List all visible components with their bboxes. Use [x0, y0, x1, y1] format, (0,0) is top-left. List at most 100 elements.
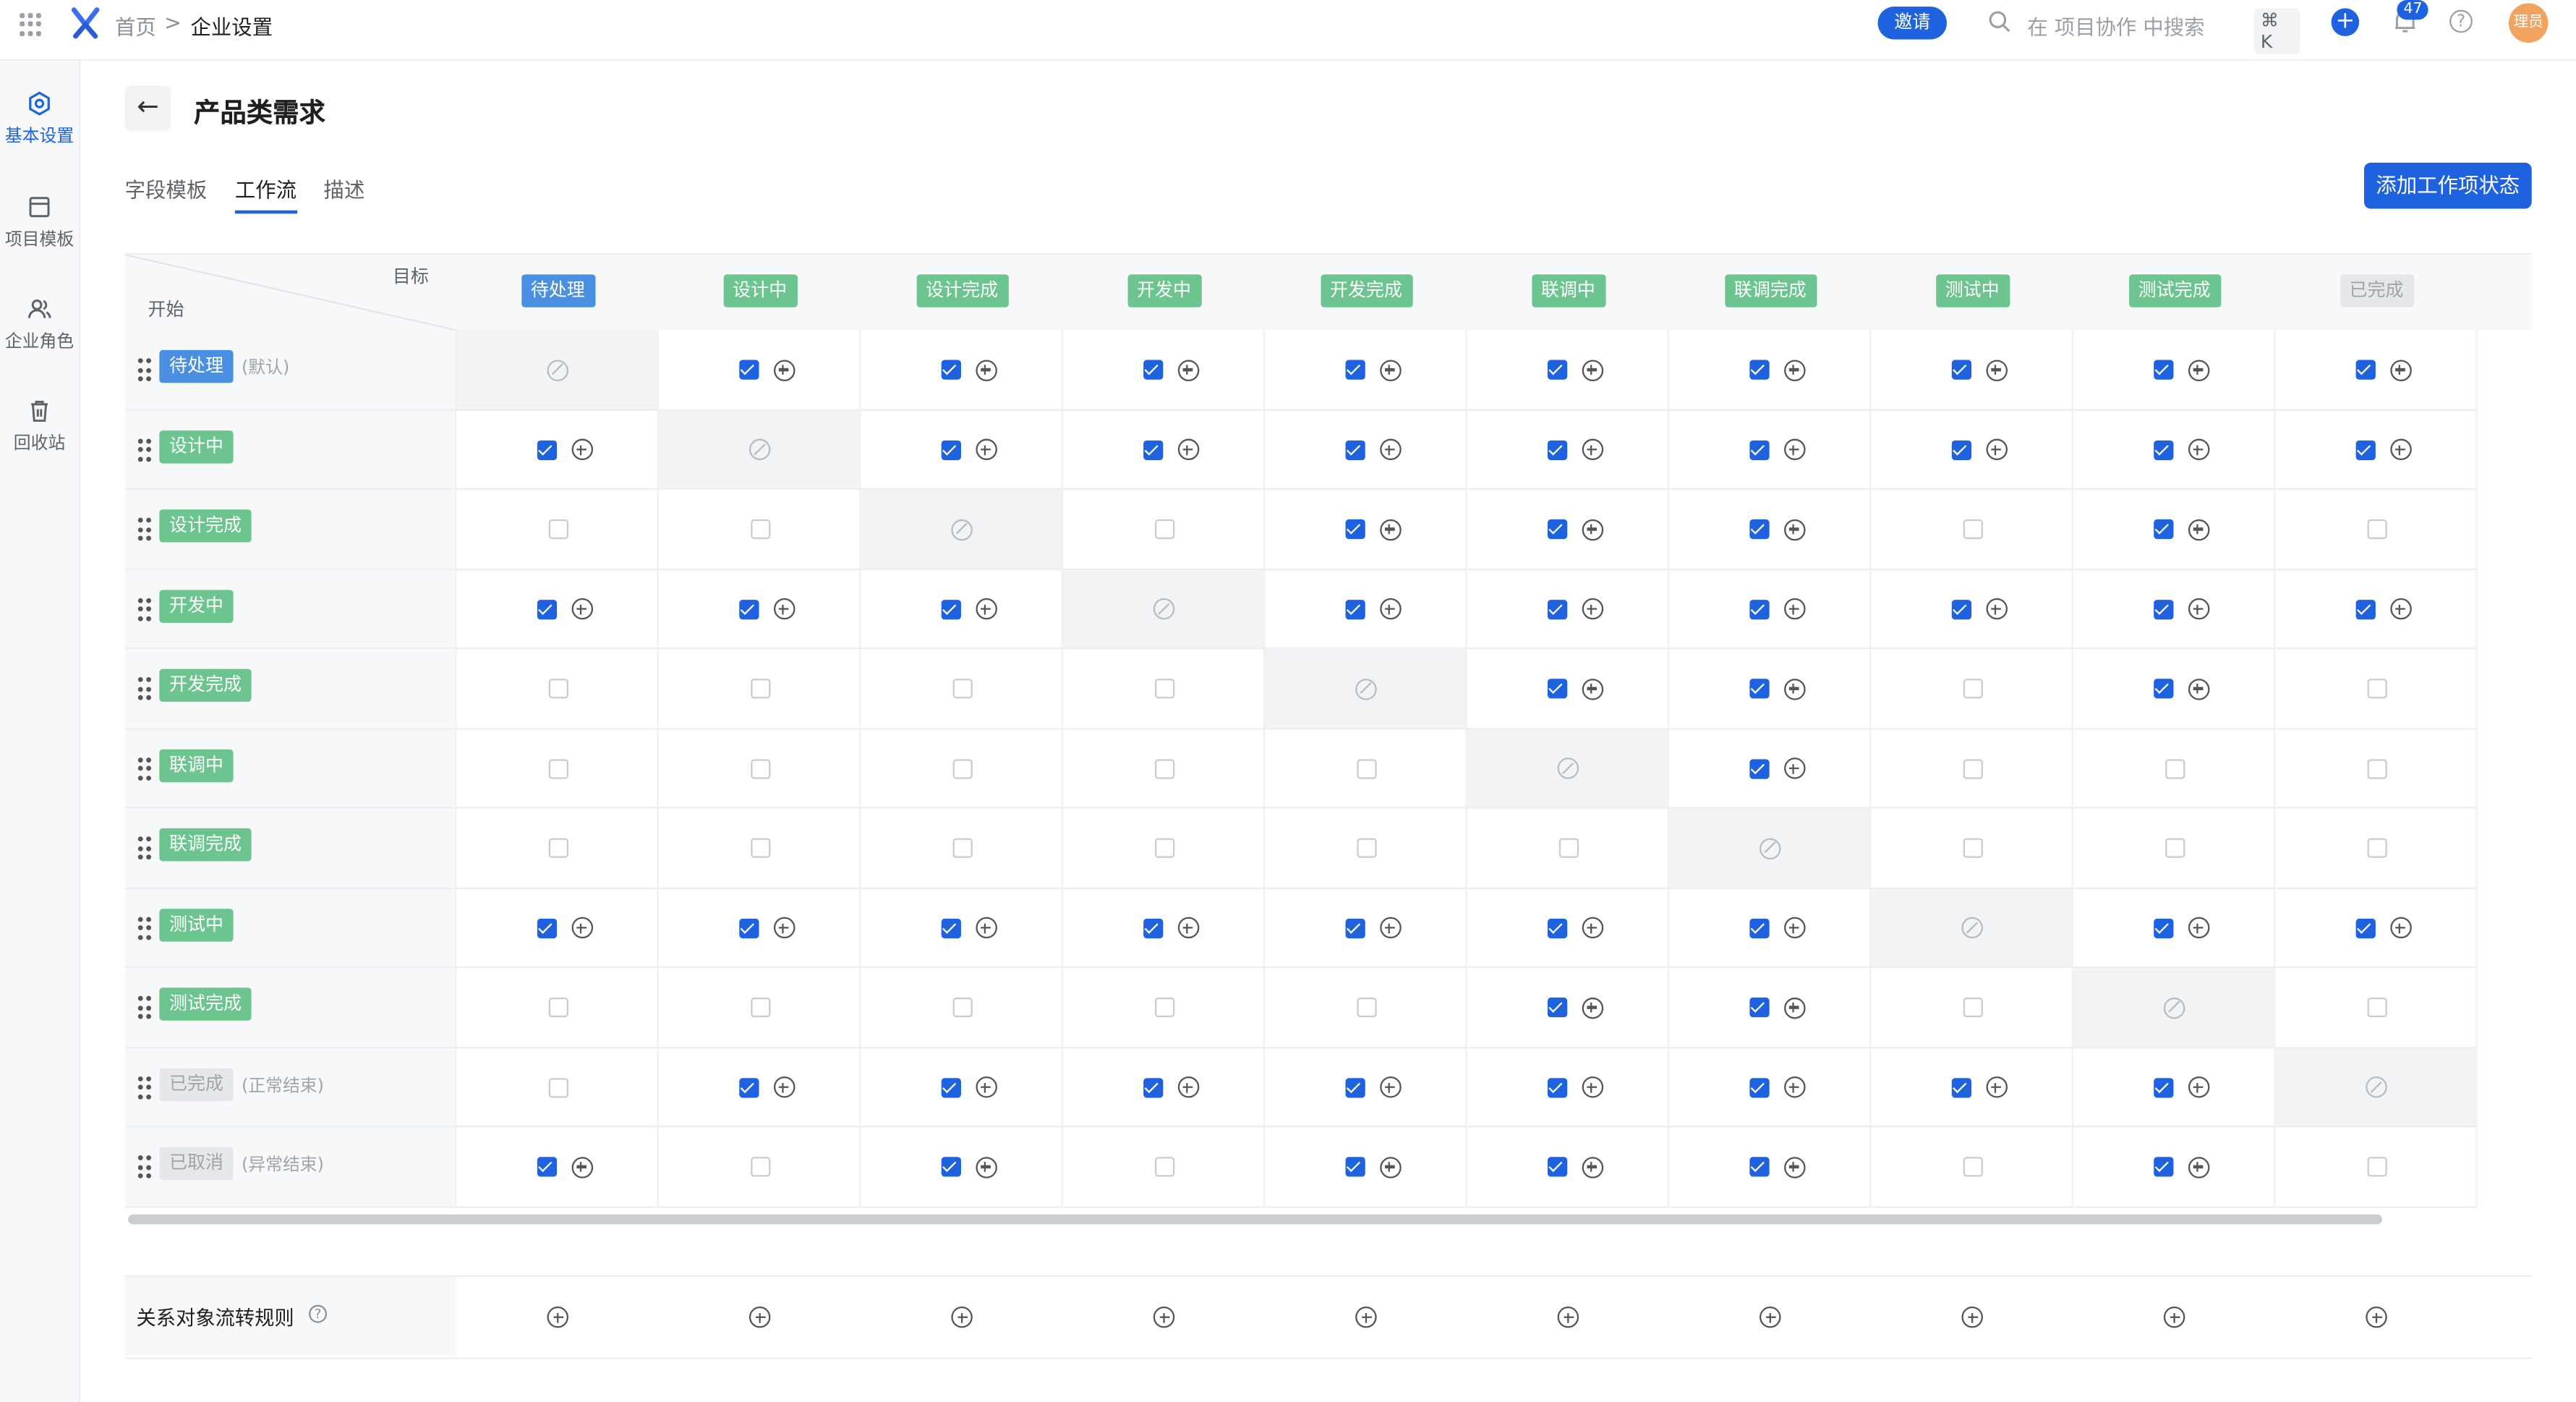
- transition-checkbox[interactable]: [940, 360, 960, 381]
- transition-checkbox[interactable]: [1153, 1157, 1174, 1178]
- transition-checkbox[interactable]: [738, 599, 759, 619]
- transition-checkbox[interactable]: [1749, 998, 1769, 1018]
- transition-checkbox[interactable]: [952, 998, 972, 1018]
- transition-checkbox[interactable]: [2355, 918, 2375, 938]
- add-rule-icon[interactable]: [2187, 519, 2209, 540]
- add-status-button[interactable]: 添加工作项状态: [2363, 162, 2532, 209]
- add-rule-icon[interactable]: [1581, 359, 1603, 381]
- transition-checkbox[interactable]: [1950, 599, 1971, 619]
- transition-checkbox[interactable]: [1344, 519, 1365, 540]
- transition-checkbox[interactable]: [750, 1157, 770, 1178]
- transition-checkbox[interactable]: [547, 679, 568, 700]
- transition-checkbox[interactable]: [1546, 1157, 1567, 1178]
- transition-checkbox[interactable]: [2366, 758, 2387, 779]
- transition-checkbox[interactable]: [1153, 998, 1174, 1018]
- transition-checkbox[interactable]: [1962, 998, 1982, 1018]
- transition-checkbox[interactable]: [2366, 838, 2387, 859]
- transition-checkbox[interactable]: [547, 1077, 568, 1097]
- tab-field-template[interactable]: 字段模板: [125, 173, 208, 204]
- drag-handle-icon[interactable]: [137, 1155, 151, 1178]
- add-relation-rule-icon[interactable]: [1153, 1307, 1175, 1328]
- breadcrumb-home[interactable]: 首页: [115, 10, 156, 41]
- drag-handle-icon[interactable]: [137, 597, 151, 621]
- add-relation-rule-icon[interactable]: [1961, 1307, 1983, 1328]
- add-rule-icon[interactable]: [1783, 359, 1805, 381]
- logo-icon[interactable]: [69, 7, 101, 39]
- horizontal-scrollbar[interactable]: [128, 1214, 2382, 1225]
- sidebar-item-basic-settings[interactable]: 基本设置: [0, 90, 79, 148]
- notification-bell[interactable]: 47: [2390, 0, 2429, 36]
- transition-checkbox[interactable]: [2153, 918, 2173, 938]
- transition-checkbox[interactable]: [1749, 758, 1769, 779]
- transition-checkbox[interactable]: [1749, 1077, 1769, 1097]
- transition-checkbox[interactable]: [1749, 1157, 1769, 1178]
- transition-checkbox[interactable]: [536, 1157, 556, 1178]
- transition-checkbox[interactable]: [940, 440, 960, 460]
- transition-checkbox[interactable]: [2153, 519, 2173, 540]
- add-rule-icon[interactable]: [2187, 359, 2209, 381]
- transition-checkbox[interactable]: [2366, 1157, 2387, 1178]
- transition-checkbox[interactable]: [750, 838, 770, 859]
- transition-checkbox[interactable]: [2164, 838, 2185, 859]
- create-button[interactable]: +: [2331, 8, 2360, 36]
- transition-checkbox[interactable]: [1142, 918, 1163, 938]
- transition-checkbox[interactable]: [1950, 1077, 1971, 1097]
- drag-handle-icon[interactable]: [137, 995, 151, 1019]
- transition-checkbox[interactable]: [1546, 918, 1567, 938]
- transition-checkbox[interactable]: [2164, 758, 2185, 779]
- help-icon[interactable]: ?: [2449, 9, 2473, 33]
- invite-button[interactable]: 邀请: [1877, 7, 1947, 40]
- transition-checkbox[interactable]: [2355, 360, 2375, 381]
- add-rule-icon[interactable]: [2187, 678, 2209, 700]
- add-rule-icon[interactable]: [1783, 1156, 1805, 1178]
- drag-handle-icon[interactable]: [137, 517, 151, 541]
- transition-checkbox[interactable]: [2153, 1077, 2173, 1097]
- add-rule-icon[interactable]: [975, 1156, 997, 1178]
- transition-checkbox[interactable]: [940, 599, 960, 619]
- transition-checkbox[interactable]: [940, 918, 960, 938]
- add-relation-rule-icon[interactable]: [1557, 1307, 1579, 1328]
- transition-checkbox[interactable]: [940, 1157, 960, 1178]
- tab-description[interactable]: 描述: [324, 173, 365, 204]
- transition-checkbox[interactable]: [1153, 758, 1174, 779]
- transition-checkbox[interactable]: [1558, 838, 1578, 859]
- back-button[interactable]: ←: [124, 85, 171, 132]
- add-rule-icon[interactable]: [1581, 678, 1603, 700]
- drag-handle-icon[interactable]: [137, 916, 151, 940]
- transition-checkbox[interactable]: [1344, 440, 1365, 460]
- transition-checkbox[interactable]: [952, 679, 972, 700]
- transition-checkbox[interactable]: [1142, 1077, 1163, 1097]
- add-relation-rule-icon[interactable]: [1759, 1307, 1781, 1328]
- drag-handle-icon[interactable]: [137, 836, 151, 860]
- app-grid-icon[interactable]: [20, 13, 43, 36]
- transition-checkbox[interactable]: [1356, 838, 1376, 859]
- transition-checkbox[interactable]: [1962, 838, 1982, 859]
- transition-checkbox[interactable]: [1153, 679, 1174, 700]
- transition-checkbox[interactable]: [2153, 440, 2173, 460]
- transition-checkbox[interactable]: [547, 519, 568, 540]
- transition-checkbox[interactable]: [1344, 1157, 1365, 1178]
- add-rule-icon[interactable]: [1783, 997, 1805, 1019]
- transition-checkbox[interactable]: [1962, 679, 1982, 700]
- transition-checkbox[interactable]: [547, 998, 568, 1018]
- transition-checkbox[interactable]: [738, 918, 759, 938]
- transition-checkbox[interactable]: [750, 998, 770, 1018]
- transition-checkbox[interactable]: [1749, 440, 1769, 460]
- transition-checkbox[interactable]: [2153, 1157, 2173, 1178]
- transition-checkbox[interactable]: [1356, 758, 1376, 779]
- add-rule-icon[interactable]: [571, 1156, 592, 1178]
- drag-handle-icon[interactable]: [137, 1075, 151, 1099]
- transition-checkbox[interactable]: [750, 519, 770, 540]
- transition-checkbox[interactable]: [1749, 360, 1769, 381]
- transition-checkbox[interactable]: [2153, 360, 2173, 381]
- transition-checkbox[interactable]: [536, 440, 556, 460]
- drag-handle-icon[interactable]: [137, 757, 151, 780]
- transition-checkbox[interactable]: [1344, 918, 1365, 938]
- transition-checkbox[interactable]: [1356, 998, 1376, 1018]
- transition-checkbox[interactable]: [1749, 918, 1769, 938]
- add-rule-icon[interactable]: [2389, 359, 2411, 381]
- transition-checkbox[interactable]: [1950, 360, 1971, 381]
- add-rule-icon[interactable]: [1177, 359, 1199, 381]
- transition-checkbox[interactable]: [2366, 998, 2387, 1018]
- transition-checkbox[interactable]: [547, 758, 568, 779]
